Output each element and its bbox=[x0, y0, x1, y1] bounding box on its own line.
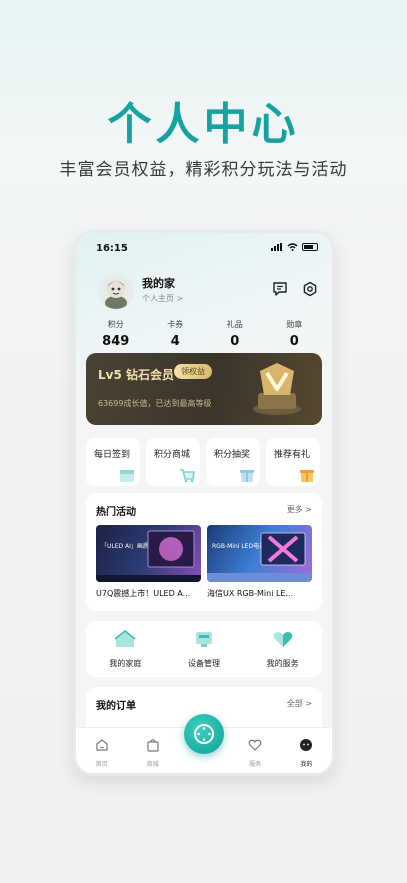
bottom-tab-bar: 首页 商城 服务 我的 bbox=[76, 714, 332, 773]
tab-label: 服务 bbox=[249, 761, 262, 768]
stat-medals[interactable]: 勋章 0 bbox=[265, 319, 325, 349]
activity-caption[interactable]: 海信UX RGB-Mini LE... bbox=[207, 588, 312, 599]
stat-value: 849 bbox=[102, 334, 130, 349]
quick-action-label: 积分抽奖 bbox=[214, 450, 251, 460]
stats-row: 积分 849 卡券 4 礼品 0 勋章 0 bbox=[86, 319, 324, 349]
stat-gifts[interactable]: 礼品 0 bbox=[205, 319, 265, 349]
hot-activities-card: 热门活动 更多 > 「ULED AI」画质专家 RGB-Mini LED电视 U… bbox=[86, 493, 322, 611]
face-tab-icon bbox=[300, 739, 313, 751]
battery-icon bbox=[302, 243, 318, 251]
activity-banner[interactable]: RGB-Mini LED电视 bbox=[207, 525, 312, 582]
remote-control-button[interactable] bbox=[184, 714, 224, 754]
stat-value: 4 bbox=[170, 334, 180, 349]
vip-level-title: Lv5 钻石会员 bbox=[98, 368, 174, 382]
tv-image bbox=[207, 532, 312, 582]
profile-homepage-link[interactable]: 个人主页 > bbox=[142, 293, 183, 304]
tab-home[interactable]: 首页 bbox=[76, 728, 127, 773]
service-label: 设备管理 bbox=[188, 659, 220, 668]
tab-label: 商城 bbox=[146, 761, 159, 768]
message-icon[interactable] bbox=[272, 281, 288, 297]
stat-points[interactable]: 积分 849 bbox=[86, 319, 146, 349]
stat-label: 积分 bbox=[107, 320, 124, 329]
stat-label: 勋章 bbox=[286, 320, 303, 329]
settings-icon[interactable] bbox=[302, 281, 318, 297]
my-orders-title: 我的订单 bbox=[96, 701, 136, 712]
remote-control-icon bbox=[194, 724, 214, 744]
stat-label: 礼品 bbox=[226, 320, 243, 329]
claim-benefits-button[interactable]: 领权益 bbox=[174, 364, 212, 379]
calendar-icon bbox=[120, 470, 134, 482]
tab-label: 我的 bbox=[300, 761, 313, 768]
tab-mine[interactable]: 我的 bbox=[281, 728, 332, 773]
service-my-family[interactable]: 我的家庭 bbox=[86, 621, 165, 677]
hero-title: 个人中心 bbox=[107, 99, 300, 150]
quick-action-points-lottery[interactable]: 积分抽奖 bbox=[206, 438, 260, 486]
phone-mockup: 16:15 我的家 个人主页 > 积分 849 卡券 4 礼品 0 勋章 0 L… bbox=[73, 230, 335, 776]
quick-action-label: 每日签到 bbox=[94, 450, 131, 460]
stat-value: 0 bbox=[289, 334, 299, 349]
stat-label: 卡券 bbox=[167, 320, 184, 329]
service-my-services[interactable]: 我的服务 bbox=[243, 621, 322, 677]
quick-action-daily-checkin[interactable]: 每日签到 bbox=[86, 438, 140, 486]
quick-action-referral[interactable]: 推荐有礼 bbox=[266, 438, 320, 486]
status-icons bbox=[271, 243, 318, 251]
device-icon bbox=[196, 632, 212, 647]
heart-tab-icon bbox=[248, 739, 262, 751]
quick-action-label: 推荐有礼 bbox=[274, 450, 311, 460]
stat-value: 0 bbox=[230, 334, 240, 349]
vip-card[interactable]: Lv5 钻石会员 领权益 63699成长值，已达到最高等级 bbox=[86, 353, 322, 425]
bag-tab-icon bbox=[147, 739, 159, 752]
stat-coupons[interactable]: 卡券 4 bbox=[146, 319, 206, 349]
hot-activities-title: 热门活动 bbox=[96, 507, 136, 518]
vip-growth-desc: 63699成长值，已达到最高等级 bbox=[98, 399, 212, 408]
activity-banner[interactable]: 「ULED AI」画质专家 bbox=[96, 525, 201, 582]
header-actions bbox=[272, 281, 318, 297]
hero-subtitle: 丰富会员权益，精彩积分玩法与活动 bbox=[59, 160, 348, 180]
service-device-management[interactable]: 设备管理 bbox=[165, 621, 244, 677]
profile-name: 我的家 bbox=[142, 277, 175, 290]
quick-action-points-mall[interactable]: 积分商城 bbox=[146, 438, 200, 486]
tab-label: 首页 bbox=[95, 761, 108, 768]
status-bar: 16:15 bbox=[96, 243, 318, 257]
cart-icon bbox=[180, 469, 195, 483]
hot-activities-more-link[interactable]: 更多 > bbox=[287, 504, 312, 515]
center-action-slot bbox=[178, 714, 229, 773]
activity-caption[interactable]: U7Q震撼上市！ULED A... bbox=[96, 588, 201, 599]
heart-service-icon bbox=[273, 632, 292, 647]
tab-service[interactable]: 服务 bbox=[230, 728, 281, 773]
gift-box-icon bbox=[240, 470, 254, 482]
signal-icon bbox=[271, 243, 283, 251]
home-icon bbox=[114, 629, 136, 647]
my-orders-all-link[interactable]: 全部 > bbox=[287, 698, 312, 709]
avatar[interactable] bbox=[98, 273, 134, 309]
services-card: 我的家庭 设备管理 我的服务 bbox=[86, 621, 322, 677]
tab-mall[interactable]: 商城 bbox=[127, 728, 178, 773]
present-icon bbox=[300, 470, 314, 482]
tv-image bbox=[96, 530, 201, 582]
service-label: 我的服务 bbox=[266, 659, 299, 668]
home-tab-icon bbox=[95, 739, 108, 751]
status-time: 16:15 bbox=[96, 243, 128, 254]
vip-badge-icon bbox=[253, 363, 301, 415]
service-label: 我的家庭 bbox=[109, 659, 142, 668]
wifi-icon bbox=[287, 243, 298, 251]
quick-actions: 每日签到 积分商城 积分抽奖 推荐有礼 bbox=[86, 438, 326, 486]
quick-action-label: 积分商城 bbox=[154, 450, 191, 460]
